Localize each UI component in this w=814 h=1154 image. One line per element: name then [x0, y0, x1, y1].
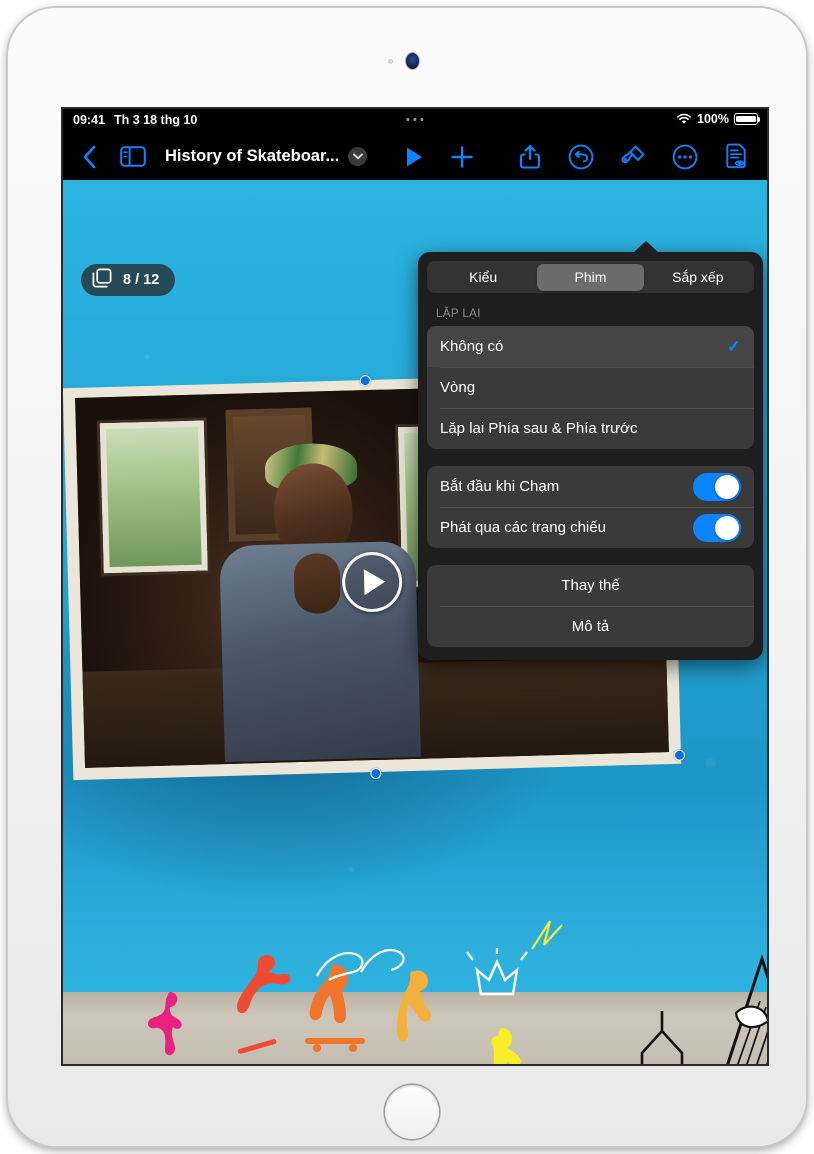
- status-left: 09:41 Th 3 18 thg 10: [73, 113, 197, 127]
- paintbrush-icon: [621, 145, 645, 163]
- document-eye-icon: [726, 143, 746, 169]
- mural-skater-yellow: [475, 1025, 529, 1064]
- switch-row-play-across-slides[interactable]: Phát qua các trang chiếu: [427, 507, 754, 548]
- document-title[interactable]: History of Skateboar...: [165, 147, 339, 166]
- ipad-screen: 09:41 Th 3 18 thg 10 100% History of Ska…: [63, 109, 767, 1064]
- mural-yellow-scribble: [531, 920, 563, 950]
- mural-black-graffiti: [408, 1060, 598, 1064]
- repeat-option-loop[interactable]: Vòng: [427, 367, 754, 408]
- chevron-down-icon: [352, 153, 363, 160]
- slides-stack-icon: [92, 268, 112, 292]
- repeat-options-group: Không có ✓ Vòng Lặp lại Phía sau & Phía …: [427, 326, 754, 449]
- insert-button[interactable]: [439, 137, 485, 177]
- mural-skater-pink: [145, 990, 191, 1064]
- tab-arrange[interactable]: Sắp xếp: [644, 264, 751, 291]
- plus-icon: [451, 145, 473, 168]
- actions-group: Thay thế Mô tả: [427, 565, 754, 647]
- share-icon: [519, 144, 541, 169]
- status-dots-icon: [406, 118, 424, 122]
- window-left: [99, 420, 208, 574]
- mural-line-drawing-town: [640, 954, 767, 1064]
- document-options-button[interactable]: [711, 137, 763, 177]
- mural-white-wings-scribble: [316, 948, 405, 981]
- popover-arrow: [633, 241, 659, 253]
- status-time: 09:41: [73, 113, 105, 127]
- status-bar: 09:41 Th 3 18 thg 10 100%: [63, 109, 767, 133]
- switch-row-start-on-tap[interactable]: Bắt đầu khi Chạm: [427, 466, 754, 507]
- switch-label-start-on-tap: Bắt đầu khi Chạm: [440, 478, 560, 495]
- tab-style[interactable]: Kiểu: [430, 264, 537, 291]
- format-button[interactable]: [607, 137, 659, 177]
- ellipsis-circle-icon: [672, 144, 698, 169]
- ipad-device-frame: 09:41 Th 3 18 thg 10 100% History of Ska…: [8, 8, 806, 1146]
- slide-counter-label: 8 / 12: [123, 272, 160, 288]
- subject-neck: [293, 552, 341, 615]
- status-right: 100%: [676, 112, 761, 126]
- check-icon: ✓: [726, 336, 741, 356]
- mural-skater-red: [231, 952, 299, 1062]
- back-button[interactable]: [67, 137, 111, 177]
- repeat-option-loop-back-forth-label: Lặp lại Phía sau & Phía trước: [440, 420, 638, 437]
- mural-crown-scribble: [466, 948, 528, 996]
- repeat-option-none-label: Không có: [440, 338, 504, 355]
- front-camera: [406, 53, 419, 69]
- document-title-menu-button[interactable]: [348, 147, 368, 166]
- repeat-option-none[interactable]: Không có ✓: [427, 326, 754, 367]
- chevron-left-icon: [83, 145, 95, 168]
- playback-switches-group: Bắt đầu khi Chạm Phát qua các trang chiế…: [427, 466, 754, 548]
- sidebar-toggle-icon: [120, 146, 146, 167]
- replace-button[interactable]: Thay thế: [427, 565, 754, 606]
- play-icon: [406, 147, 422, 166]
- format-segmented-control[interactable]: Kiểu Phim Sắp xếp: [427, 261, 754, 293]
- undo-icon: [568, 144, 594, 169]
- status-date: Th 3 18 thg 10: [113, 113, 198, 127]
- tab-movie[interactable]: Phim: [536, 263, 645, 291]
- repeat-section-label: LẶP LẠI: [436, 308, 481, 320]
- sidebar-toggle-button[interactable]: [111, 137, 155, 177]
- share-button[interactable]: [505, 137, 555, 177]
- more-options-button[interactable]: [659, 137, 711, 177]
- undo-button[interactable]: [555, 137, 607, 177]
- movie-format-popover: Kiểu Phim Sắp xếp LẶP LẠI Không có ✓ Vòn…: [418, 241, 763, 660]
- switch-label-play-across-slides: Phát qua các trang chiếu: [440, 519, 606, 536]
- app-toolbar: History of Skateboar...: [63, 133, 767, 180]
- slide-counter-badge[interactable]: 8 / 12: [81, 264, 176, 296]
- repeat-option-loop-back-forth[interactable]: Lặp lại Phía sau & Phía trước: [427, 408, 754, 449]
- toggle-start-on-tap[interactable]: [693, 472, 741, 501]
- home-button[interactable]: [385, 1085, 439, 1139]
- play-presentation-button[interactable]: [389, 137, 439, 177]
- slide-canvas[interactable]: 8 / 12 Kiểu Phim Sắp xếp LẶP LẠI Không c…: [63, 180, 767, 1064]
- description-button[interactable]: Mô tả: [427, 606, 754, 647]
- toggle-play-across-slides[interactable]: [693, 513, 741, 542]
- repeat-option-loop-label: Vòng: [440, 379, 476, 396]
- battery-full-icon: [734, 113, 761, 125]
- microphone: [388, 59, 393, 64]
- battery-percent-label: 100%: [697, 112, 729, 126]
- wifi-icon: [676, 113, 692, 125]
